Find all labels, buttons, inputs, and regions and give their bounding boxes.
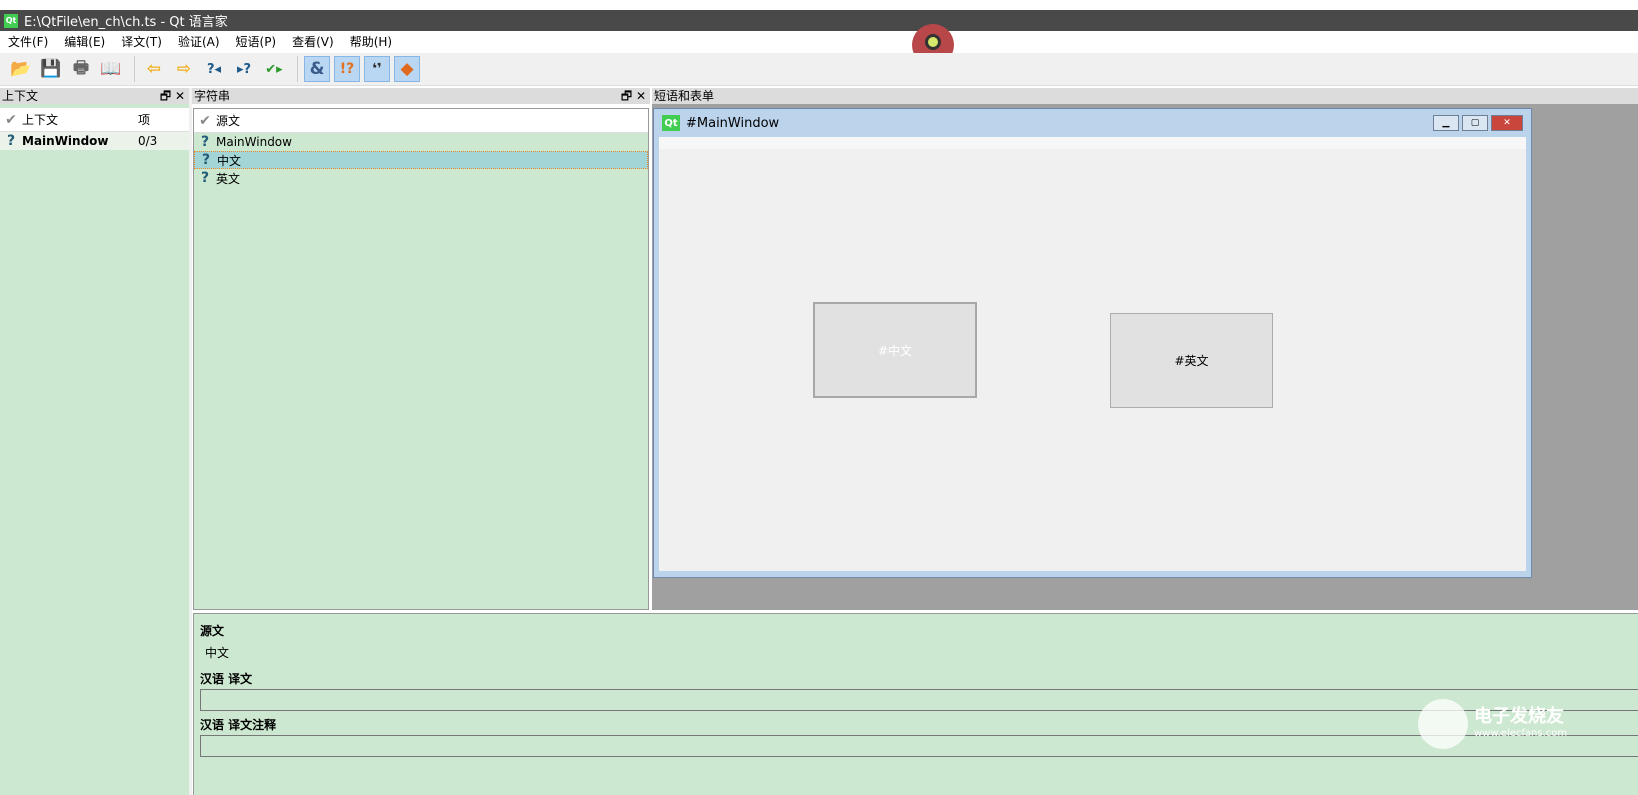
unfinished-icon: ? — [200, 170, 210, 186]
menu-help[interactable]: 帮助(H) — [350, 33, 392, 50]
watermark-name: 电子发烧友 — [1474, 706, 1564, 727]
window-title: E:\QtFile\en_ch\ch.ts - Qt 语言家 — [24, 15, 228, 30]
translation-editor: 源文 中文 汉语 译文 汉语 译文注释 电子发烧友 www.elecfans.c… — [193, 613, 1638, 795]
minimize-icon[interactable]: ▁ — [1433, 115, 1459, 131]
dock-float-close-icons[interactable]: 🗗 ✕ — [621, 88, 646, 104]
toolbar-separator — [134, 56, 135, 82]
string-text: 中文 — [217, 153, 242, 168]
strings-list: ✔ 源文 ? MainWindow ? 中文 ? 英文 — [193, 108, 649, 610]
col-context-header[interactable]: 上下文 — [22, 111, 138, 128]
form-button-chinese[interactable]: #中文 — [813, 302, 977, 398]
col-source-header[interactable]: 源文 — [216, 112, 240, 129]
save-icon[interactable]: 💾 — [38, 56, 64, 82]
check-icon: ✔ — [5, 111, 17, 128]
form-button-english[interactable]: #英文 — [1110, 313, 1273, 408]
context-items: 0/3 — [138, 134, 158, 148]
form-title: #MainWindow — [686, 115, 780, 131]
title-bar: Qt E:\QtFile\en_ch\ch.ts - Qt 语言家 — [0, 10, 1638, 31]
translation-label: 汉语 译文 — [200, 672, 253, 686]
unfinished-icon: ? — [6, 133, 16, 149]
strings-dock-title: 字符串 — [194, 89, 231, 103]
context-row[interactable]: ? MainWindow 0/3 — [0, 132, 189, 150]
watermark-logo-icon — [1418, 699, 1468, 749]
context-name: MainWindow — [22, 134, 109, 148]
accelerators-icon[interactable]: & — [304, 56, 330, 82]
open-folder-icon[interactable]: 📂 — [8, 56, 34, 82]
form-preview-window: Qt #MainWindow ▁ ▢ ✕ #中文 #英文 — [653, 108, 1532, 578]
col-items-header[interactable]: 项 — [138, 111, 150, 128]
prev-unfinished-icon[interactable]: ?◂ — [201, 56, 227, 82]
done-next-icon[interactable]: ✔▸ — [261, 56, 287, 82]
strings-dock-header: 字符串 🗗 ✕ — [192, 88, 650, 104]
menu-phrases[interactable]: 短语(P) — [236, 33, 277, 50]
dock-float-close-icons[interactable]: 🗗 ✕ — [160, 88, 185, 104]
toolbar: 📂 💾 🖶 📖 ⇦ ⇨ ?◂ ▸? ✔▸ & !? ❛❜ ◆ — [0, 53, 1638, 86]
menu-bar: 文件(F) 编辑(E) 译文(T) 验证(A) 短语(P) 查看(V) 帮助(H… — [0, 31, 1638, 52]
form-client-area: #中文 #英文 — [659, 137, 1526, 571]
check-icon: ✔ — [199, 112, 211, 129]
menu-validation[interactable]: 验证(A) — [178, 33, 220, 50]
maximize-icon[interactable]: ▢ — [1462, 115, 1488, 131]
context-dock-title: 上下文 — [2, 89, 39, 103]
string-row[interactable]: ? MainWindow — [194, 133, 648, 151]
prev-icon[interactable]: ⇦ — [141, 56, 167, 82]
menu-view[interactable]: 查看(V) — [292, 33, 334, 50]
comment-label: 汉语 译文注释 — [200, 718, 277, 732]
forms-dock-title: 短语和表单 — [654, 89, 715, 103]
placemarker-icon[interactable]: ◆ — [394, 56, 420, 82]
string-text: MainWindow — [216, 135, 292, 149]
next-icon[interactable]: ⇨ — [171, 56, 197, 82]
qt-logo-icon: Qt — [662, 115, 680, 131]
string-row[interactable]: ? 英文 — [194, 169, 648, 187]
context-dock: 上下文 🗗 ✕ ✔ 上下文 项 ? MainWindow 0/3 — [0, 88, 189, 795]
print-icon[interactable]: 🖶 — [68, 56, 94, 82]
menu-translation[interactable]: 译文(T) — [121, 33, 162, 50]
app-logo-icon: Qt — [4, 13, 18, 28]
watermark-url: www.elecfans.com — [1474, 728, 1568, 739]
phrase-matches-icon[interactable]: ❛❜ — [364, 56, 390, 82]
next-unfinished-icon[interactable]: ▸? — [231, 56, 257, 82]
source-label: 源文 — [200, 624, 225, 638]
menu-edit[interactable]: 编辑(E) — [64, 33, 105, 50]
source-text: 中文 — [205, 646, 230, 660]
unfinished-icon: ? — [200, 134, 210, 150]
toolbar-separator — [297, 56, 298, 82]
string-row-selected[interactable]: ? 中文 — [194, 151, 648, 169]
unfinished-icon: ? — [201, 152, 211, 168]
close-icon[interactable]: ✕ — [1491, 115, 1523, 131]
string-text: 英文 — [216, 171, 241, 186]
forms-dock-header: 短语和表单 — [652, 88, 1638, 104]
menu-file[interactable]: 文件(F) — [8, 33, 48, 50]
phrasebook-icon[interactable]: 📖 — [98, 56, 124, 82]
punctuation-icon[interactable]: !? — [334, 56, 360, 82]
splitter[interactable] — [189, 88, 192, 795]
